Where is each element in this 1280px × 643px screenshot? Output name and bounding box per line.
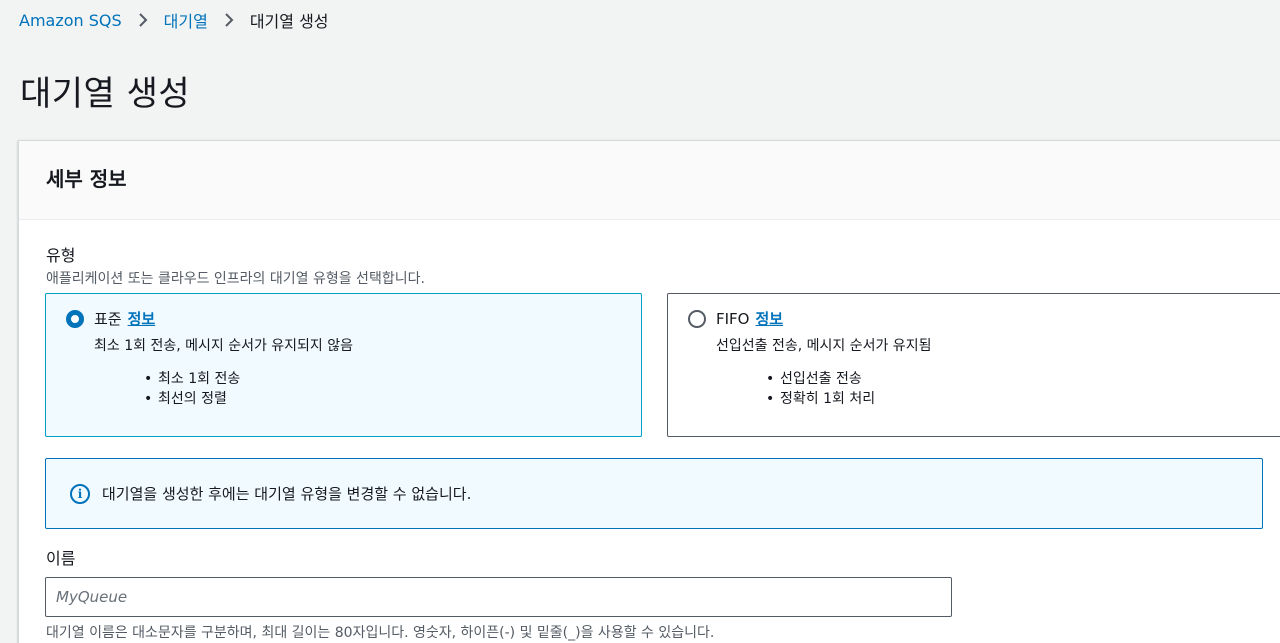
name-field-label: 이름 xyxy=(46,549,76,568)
fifo-info-link[interactable]: 정보 xyxy=(756,310,784,328)
breadcrumb-item-queues[interactable]: 대기열 xyxy=(164,8,208,32)
fifo-bullets: 선입선출 전송 정확히 1회 처리 xyxy=(766,369,1280,409)
fifo-title: FIFO xyxy=(716,310,750,328)
standard-title: 표준 xyxy=(94,310,122,328)
panel-header: 세부 정보 xyxy=(19,141,1280,220)
fifo-description: 선입선출 전송, 메시지 순서가 유지됨 xyxy=(716,338,932,354)
details-panel: 세부 정보 유형 애플리케이션 또는 클라우드 인프라의 대기열 유형을 선택합… xyxy=(18,140,1280,643)
standard-bullets: 최소 1회 전송 최선의 정렬 xyxy=(144,369,641,409)
list-item: 최선의 정렬 xyxy=(144,389,641,409)
standard-radio[interactable] xyxy=(66,310,84,328)
tile-title: 표준 정보 xyxy=(94,308,641,329)
standard-info-link[interactable]: 정보 xyxy=(128,310,156,328)
list-item: 정확히 1회 처리 xyxy=(766,389,1280,409)
page-title: 대기열 생성 xyxy=(20,74,191,114)
queue-name-input[interactable] xyxy=(45,577,952,617)
breadcrumb: Amazon SQS 대기열 대기열 생성 xyxy=(19,8,329,32)
chevron-right-icon xyxy=(122,12,164,28)
list-item: 최소 1회 전송 xyxy=(144,369,641,389)
fifo-radio[interactable] xyxy=(688,310,706,328)
info-icon: i xyxy=(70,483,90,504)
list-item: 선입선출 전송 xyxy=(766,369,1280,389)
breadcrumb-current: 대기열 생성 xyxy=(249,12,329,31)
queue-type-fifo-tile[interactable]: FIFO 정보 선입선출 전송, 메시지 순서가 유지됨 선입선출 전송 정확히 … xyxy=(667,293,1280,437)
type-field-description: 애플리케이션 또는 클라우드 인프라의 대기열 유형을 선택합니다. xyxy=(46,271,425,287)
queue-type-standard-tile[interactable]: 표준 정보 최소 1회 전송, 메시지 순서가 유지되지 않음 최소 1회 전송 … xyxy=(45,293,642,437)
standard-description: 최소 1회 전송, 메시지 순서가 유지되지 않음 xyxy=(94,338,354,354)
breadcrumb-item-amazon-sqs[interactable]: Amazon SQS xyxy=(19,11,122,30)
type-field-label: 유형 xyxy=(46,246,76,265)
name-field-hint: 대기열 이름은 대소문자를 구분하며, 최대 길이는 80자입니다. 영숫자, … xyxy=(46,625,715,641)
chevron-right-icon xyxy=(208,12,250,28)
tile-title: FIFO 정보 xyxy=(716,308,1280,329)
panel-title: 세부 정보 xyxy=(46,167,127,191)
info-alert: i 대기열을 생성한 후에는 대기열 유형을 변경할 수 없습니다. xyxy=(45,458,1263,529)
alert-text: 대기열을 생성한 후에는 대기열 유형을 변경할 수 없습니다. xyxy=(102,485,472,503)
